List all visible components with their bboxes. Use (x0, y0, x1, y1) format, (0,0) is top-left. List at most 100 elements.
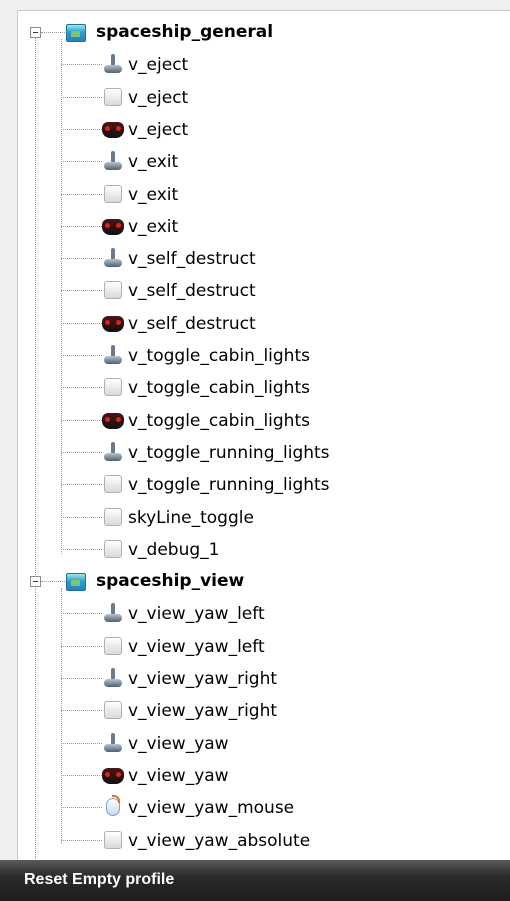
tree-item-label: v_self_destruct (128, 249, 256, 270)
keyboard-key-icon (102, 376, 124, 398)
tree-item-row[interactable]: v_eject (18, 49, 510, 81)
tree-connector (61, 516, 102, 518)
tree-connector (61, 613, 102, 615)
tree-connector (41, 32, 65, 33)
tree-item-label: v_exit (128, 216, 179, 237)
tree-item-label: v_self_destruct (128, 281, 256, 302)
tree-connector (61, 839, 102, 841)
keyboard-key-icon (102, 538, 124, 560)
tree-item-row[interactable]: v_self_destruct (18, 308, 510, 340)
tree-item-row[interactable]: v_self_destruct (18, 275, 510, 307)
gamepad-icon (102, 764, 124, 786)
tree-item-row[interactable]: v_toggle_cabin_lights (18, 340, 510, 372)
keyboard-key-icon (102, 183, 124, 205)
keyboard-key-icon (102, 506, 124, 528)
tree-item-row[interactable]: v_toggle_running_lights (18, 437, 510, 469)
tree-group-row[interactable]: spaceship_view (18, 566, 510, 598)
tree-item-label: v_view_yaw_right (128, 669, 278, 689)
tree-item-row[interactable]: v_self_destruct (18, 243, 510, 275)
tree-connector (61, 807, 102, 809)
tree-connector (61, 774, 102, 776)
tree-item-label: v_exit (128, 184, 179, 205)
tree-item-label: v_toggle_cabin_lights (128, 346, 310, 366)
tree-connector (61, 451, 102, 453)
keyboard-key-icon (102, 86, 124, 108)
joystick-icon (102, 602, 124, 624)
tree-item-row[interactable]: v_view_yaw_absolute (18, 825, 510, 857)
tree-item-row[interactable]: v_view_yaw_right (18, 695, 510, 727)
tree-item-label: v_self_destruct (128, 313, 256, 334)
tree-item-row[interactable]: v_view_yaw_left (18, 631, 510, 663)
gamepad-icon (102, 409, 124, 431)
action-map-tree[interactable]: spaceship_general v_eject v_eject v_eject v_… (17, 10, 510, 861)
action-map-icon (66, 24, 86, 42)
tree-item-row[interactable]: v_view_yaw (18, 760, 510, 792)
tree-item-label: v_toggle_running_lights (128, 442, 330, 463)
keyboard-key-icon (102, 473, 124, 495)
tree-item-label: v_toggle_running_lights (128, 475, 330, 496)
tree-connector (61, 96, 102, 98)
tree-item-row[interactable]: v_view_yaw_right (18, 663, 510, 695)
joystick-icon (102, 150, 124, 172)
tree-item-label: v_view_yaw (128, 733, 229, 754)
tree-item-label: skyLine_toggle (128, 507, 254, 528)
tree-connector (61, 742, 102, 744)
tree-connector (61, 322, 102, 324)
tree-item-label: v_debug_1 (128, 539, 220, 560)
tree-group-label: spaceship_view (96, 571, 245, 592)
tree-item-row[interactable]: v_view_yaw_mouse (18, 792, 510, 824)
tree-item-label: v_view_yaw_left (128, 604, 265, 625)
tree-item-row[interactable]: v_exit (18, 211, 510, 243)
tree-item-label: v_toggle_cabin_lights (128, 378, 310, 399)
joystick-icon (102, 441, 124, 463)
tree-item-label: v_eject (128, 119, 189, 140)
profile-tree-panel: spaceship_general v_eject v_eject v_eject v_… (0, 0, 510, 861)
tree-connector (61, 645, 102, 647)
tree-connector (61, 258, 102, 260)
tree-item-label: v_eject (128, 55, 189, 76)
tree-item-row[interactable]: v_toggle_cabin_lights (18, 405, 510, 437)
tree-item-label: v_toggle_cabin_lights (128, 410, 310, 431)
tree-item-row[interactable]: v_view_yaw_left (18, 598, 510, 630)
gamepad-icon (102, 118, 124, 140)
tree-group-row[interactable]: spaceship_general (18, 17, 510, 49)
tree-item-row[interactable]: v_eject (18, 82, 510, 114)
gamepad-icon (102, 215, 124, 237)
mouse-icon (102, 795, 124, 818)
gamepad-icon (102, 312, 124, 334)
tree-item-row[interactable]: v_exit (18, 146, 510, 178)
tree-connector (61, 290, 102, 292)
tree-connector (61, 678, 102, 679)
tree-item-row[interactable]: skyLine_toggle (18, 502, 510, 534)
tree-item-label: v_view_yaw_left (128, 636, 265, 657)
joystick-icon (102, 732, 124, 754)
tree-item-row[interactable]: v_eject (18, 114, 510, 146)
tree-item-label: v_view_yaw_absolute (128, 830, 311, 851)
tree-connector (61, 64, 102, 66)
tree-item-label: v_exit (128, 152, 179, 173)
tree-branch-line (61, 39, 62, 554)
action-map-icon (66, 573, 86, 592)
tree-branch-line (61, 588, 62, 845)
tree-item-row[interactable]: v_view_yaw (18, 728, 510, 760)
joystick-icon (102, 53, 124, 75)
tree-connector (61, 193, 102, 195)
tree-connector (61, 225, 102, 227)
status-text: Reset Empty profile (24, 871, 175, 888)
tree-item-row[interactable]: v_toggle_cabin_lights (18, 372, 510, 404)
tree-item-row[interactable]: v_exit (18, 179, 510, 211)
tree-group-label: spaceship_general (96, 22, 274, 42)
keyboard-key-icon (102, 829, 124, 851)
tree-item-row[interactable]: v_debug_1 (18, 534, 510, 566)
collapse-toggle[interactable] (30, 27, 41, 38)
tree-connector (61, 548, 102, 550)
joystick-icon (102, 247, 124, 269)
collapse-toggle[interactable] (30, 576, 41, 588)
tree-connector (61, 355, 102, 356)
keyboard-key-icon (102, 279, 124, 301)
tree-connector (61, 419, 102, 421)
tree-connector (41, 581, 65, 583)
tree-item-label: v_view_yaw_right (128, 701, 278, 722)
tree-item-label: v_view_yaw_mouse (128, 798, 295, 819)
tree-item-row[interactable]: v_toggle_running_lights (18, 469, 510, 501)
